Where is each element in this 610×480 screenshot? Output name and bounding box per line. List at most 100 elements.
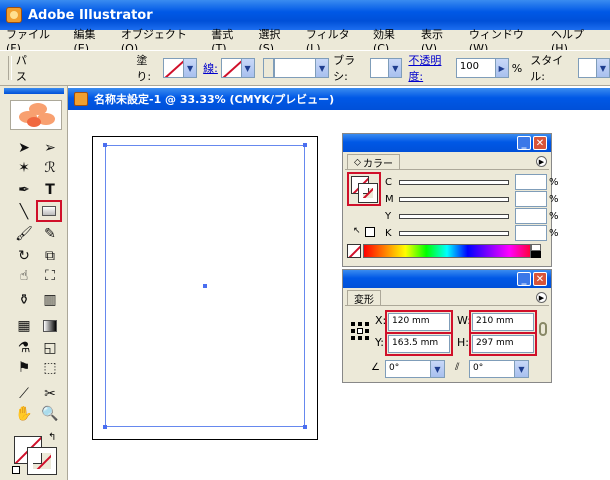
stroke-weight-dropdown-arrow[interactable]: ▼: [315, 58, 330, 78]
minimize-icon[interactable]: _: [517, 136, 531, 150]
graph-tool-icon[interactable]: ▥: [40, 290, 60, 310]
selection-handle-bottom-right[interactable]: [303, 425, 307, 429]
fill-dropdown-arrow[interactable]: ▼: [184, 58, 198, 78]
fill-stroke-swatch[interactable]: ↰: [12, 432, 64, 476]
lasso-tool-icon[interactable]: ℛ: [40, 158, 60, 178]
path-label: パス: [15, 54, 27, 83]
transform-panel-tab[interactable]: 変形: [347, 290, 381, 306]
black-slider[interactable]: [399, 230, 509, 236]
cyan-value-input[interactable]: [515, 174, 547, 190]
opacity-dropdown-arrow[interactable]: ▶: [495, 58, 509, 78]
black-slider-row[interactable]: K %: [385, 225, 559, 241]
black-swatch[interactable]: [531, 251, 541, 258]
symbol-sprayer-tool-icon[interactable]: ⚱: [14, 290, 34, 310]
transform-panel-titlebar[interactable]: _ ✕: [343, 270, 551, 288]
rotate-angle-input[interactable]: 0°: [385, 360, 431, 378]
brush-select[interactable]: [370, 58, 390, 78]
zoom-tool-icon[interactable]: 🔍: [40, 404, 60, 424]
slice-tool-icon[interactable]: ⟋: [14, 384, 34, 404]
rotate-angle-dropdown-arrow[interactable]: ▼: [431, 360, 445, 378]
reference-point-icon[interactable]: [351, 322, 369, 340]
center-point[interactable]: [203, 284, 207, 288]
live-paint-bucket-tool-icon[interactable]: ⚑: [14, 358, 34, 378]
line-tool-icon[interactable]: ╲: [14, 202, 34, 222]
page-rectangle[interactable]: [103, 143, 307, 429]
eyedropper-tool-icon[interactable]: ⚗: [14, 338, 34, 358]
hand-tool-icon[interactable]: ✋: [14, 404, 34, 424]
stroke-dropdown-arrow[interactable]: ▼: [241, 58, 255, 78]
stroke-weight-input[interactable]: [274, 58, 316, 78]
none-swatch-small-icon[interactable]: [365, 227, 375, 237]
artboard[interactable]: [92, 136, 318, 440]
selection-tool-icon[interactable]: ➤: [14, 138, 34, 158]
warp-tool-icon[interactable]: ☝: [14, 266, 34, 286]
magenta-value-input[interactable]: [515, 191, 547, 207]
shear-angle-icon: ⫽: [455, 362, 460, 373]
fill-swatch[interactable]: [163, 58, 185, 78]
color-panel-titlebar[interactable]: _ ✕: [343, 134, 551, 152]
toolbar-grip[interactable]: [8, 56, 12, 80]
white-swatch[interactable]: [531, 244, 541, 251]
magic-wand-tool-icon[interactable]: ✶: [14, 158, 34, 178]
color-panel-tab[interactable]: ⬦ カラー: [347, 154, 400, 170]
swap-fill-stroke-icon[interactable]: ↰: [48, 432, 56, 443]
cyan-slider[interactable]: [399, 179, 509, 185]
magenta-slider[interactable]: [399, 196, 509, 202]
yellow-slider[interactable]: [399, 213, 509, 219]
document-titlebar[interactable]: 名称未設定-1 @ 33.33% (CMYK/プレビュー): [68, 88, 610, 110]
pen-tool-icon[interactable]: ✒: [14, 180, 34, 200]
shear-angle-dropdown-arrow[interactable]: ▼: [515, 360, 529, 378]
magenta-slider-row[interactable]: M %: [385, 191, 559, 207]
yellow-value-input[interactable]: [515, 208, 547, 224]
tools-panel-titlebar[interactable]: [4, 88, 64, 94]
opacity-label[interactable]: 不透明度:: [408, 52, 453, 84]
direct-selection-tool-icon[interactable]: ➢: [40, 138, 60, 158]
constrain-proportions-icon[interactable]: [539, 322, 547, 336]
none-color-icon[interactable]: [347, 244, 361, 258]
out-of-gamut-icon[interactable]: ↖: [353, 226, 361, 236]
selection-handle-top-right[interactable]: [303, 143, 307, 147]
brush-dropdown-arrow[interactable]: ▼: [389, 58, 403, 78]
color-stroke-swatch-icon[interactable]: [358, 183, 378, 203]
stroke-swatch[interactable]: [220, 58, 242, 78]
color-spectrum-bar[interactable]: [363, 244, 531, 258]
selection-handle-bottom-left[interactable]: [103, 425, 107, 429]
rectangle-tool-icon[interactable]: [36, 200, 62, 222]
black-value-input[interactable]: [515, 225, 547, 241]
rotate-angle-combo[interactable]: 0° ▼: [385, 360, 445, 378]
control-toolbar: パス 塗り: ▼ 線: ▼ ▼ ブラシ: ▼ 不透明度: 100 ▶ % スタイ…: [0, 50, 610, 86]
gradient-tool-icon[interactable]: [40, 316, 60, 336]
stroke-weight-stepper[interactable]: [262, 58, 275, 78]
y-position-input[interactable]: 163.5 mm: [388, 335, 450, 353]
style-select[interactable]: [577, 58, 597, 78]
cyan-slider-row[interactable]: C %: [385, 174, 559, 190]
shear-angle-combo[interactable]: 0° ▼: [469, 360, 529, 378]
stroke-label[interactable]: 線:: [203, 60, 218, 76]
scissors-tool-icon[interactable]: ✂: [40, 384, 60, 404]
minimize-icon[interactable]: _: [517, 272, 531, 286]
rotate-tool-icon[interactable]: ↻: [14, 246, 34, 266]
scale-tool-icon[interactable]: ⧉: [40, 246, 60, 266]
shear-angle-input[interactable]: 0°: [469, 360, 515, 378]
width-input[interactable]: 210 mm: [472, 313, 534, 331]
x-position-input[interactable]: 120 mm: [388, 313, 450, 331]
close-icon[interactable]: ✕: [533, 136, 547, 150]
live-paint-selection-tool-icon[interactable]: ⬚: [40, 358, 60, 378]
opacity-input[interactable]: 100: [455, 58, 496, 78]
yellow-slider-row[interactable]: Y %: [385, 208, 559, 224]
pencil-tool-icon[interactable]: ✎: [40, 224, 60, 244]
style-dropdown-arrow[interactable]: ▼: [596, 58, 610, 78]
default-fill-stroke-icon[interactable]: [12, 466, 20, 474]
selection-handle-top-left[interactable]: [103, 143, 107, 147]
mesh-tool-icon[interactable]: ▦: [14, 316, 34, 336]
close-icon[interactable]: ✕: [533, 272, 547, 286]
menubar: ファイル(F) 編集(E) オブジェクト(O) 書式(T) 選択(S) フィルタ…: [0, 28, 610, 55]
paintbrush-tool-icon[interactable]: 🖌: [14, 224, 34, 244]
panel-menu-icon[interactable]: ▶: [536, 292, 547, 303]
blend-tool-icon[interactable]: ◱: [40, 338, 60, 358]
free-transform-tool-icon[interactable]: ⛶: [40, 266, 60, 286]
panel-menu-icon[interactable]: ▶: [536, 156, 547, 167]
stroke-swatch-icon[interactable]: [27, 447, 57, 475]
type-tool-icon[interactable]: T: [40, 180, 60, 200]
height-input[interactable]: 297 mm: [472, 335, 534, 353]
